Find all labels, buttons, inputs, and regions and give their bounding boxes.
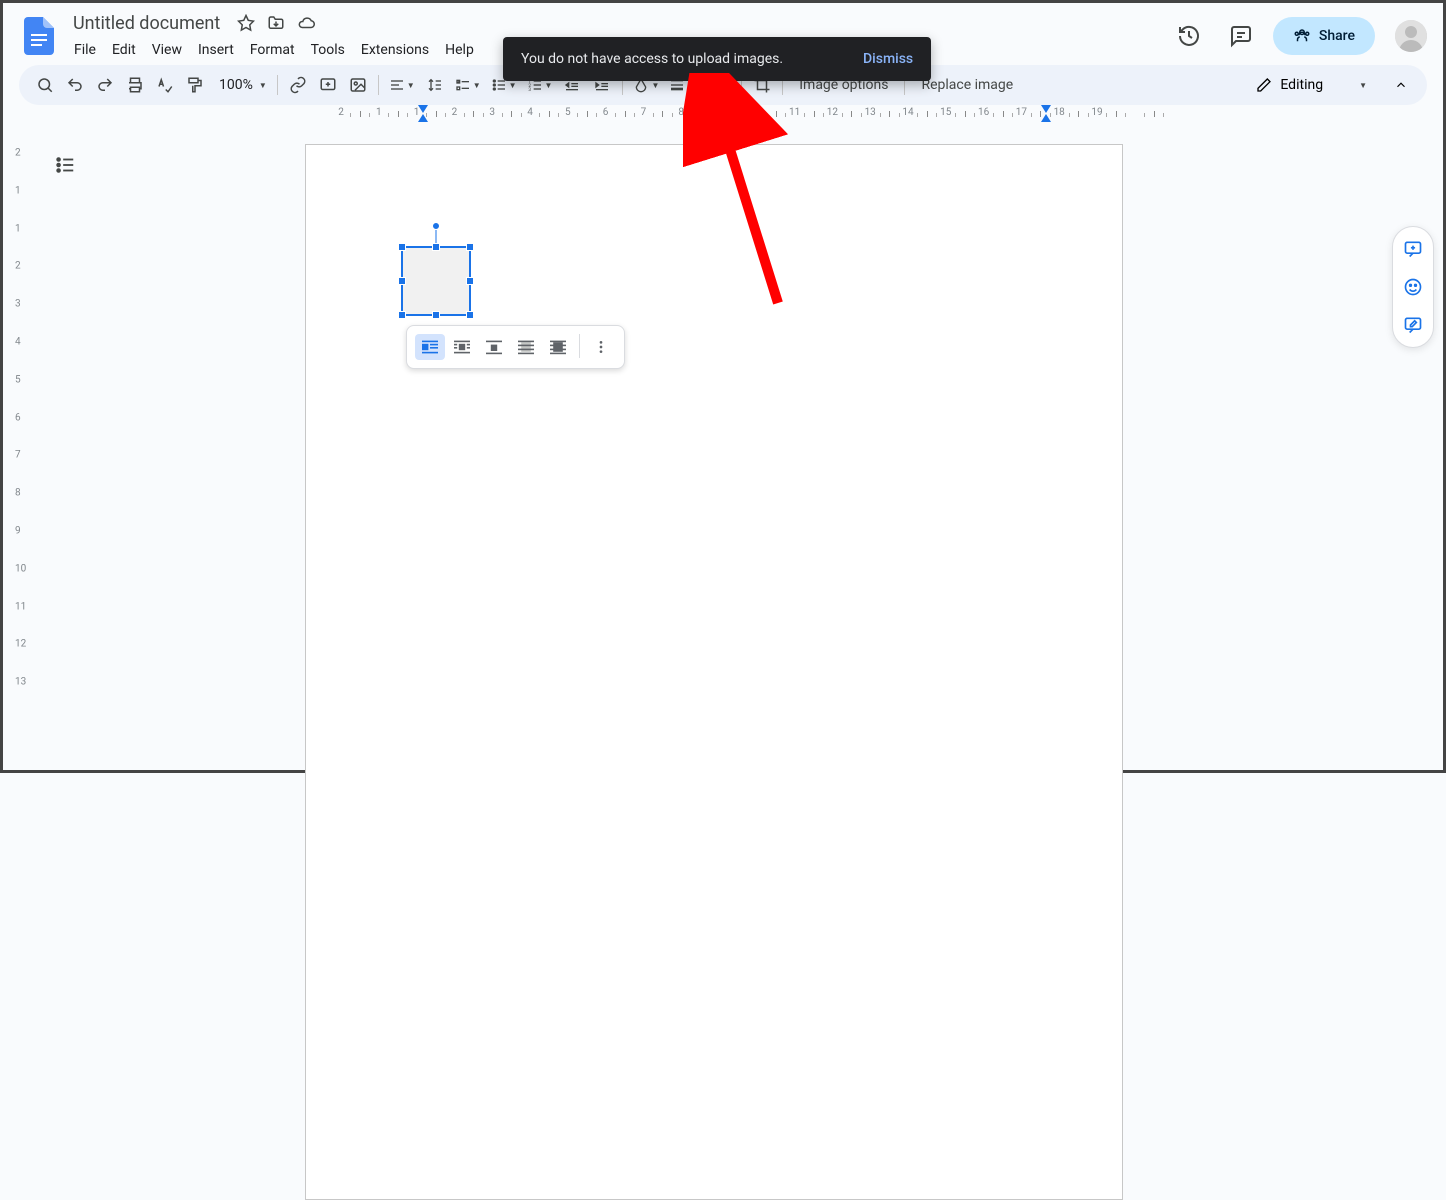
wrap-text-icon[interactable] bbox=[447, 334, 477, 360]
cloud-status-icon[interactable] bbox=[296, 13, 316, 33]
selected-image-placeholder[interactable] bbox=[401, 246, 471, 316]
menu-format[interactable]: Format bbox=[243, 38, 302, 62]
align-icon[interactable]: ▼ bbox=[385, 71, 419, 99]
separator bbox=[277, 75, 278, 95]
spellcheck-icon[interactable] bbox=[151, 71, 179, 99]
svg-text:3: 3 bbox=[528, 87, 531, 93]
horizontal-ruler[interactable]: 2112345678910111213141516171819 bbox=[37, 105, 1427, 122]
resize-handle-bm[interactable] bbox=[432, 311, 440, 319]
menu-help[interactable]: Help bbox=[438, 38, 481, 62]
editing-label: Editing bbox=[1280, 77, 1323, 93]
menu-insert[interactable]: Insert bbox=[191, 38, 241, 62]
add-comment-side-icon[interactable] bbox=[1397, 233, 1429, 265]
image-wrap-toolbar bbox=[406, 325, 625, 369]
move-icon[interactable] bbox=[266, 13, 286, 33]
outline-toggle-icon[interactable] bbox=[47, 147, 83, 183]
docs-logo-icon[interactable] bbox=[19, 16, 59, 56]
editing-mode-button[interactable]: Editing ▼ bbox=[1242, 77, 1381, 93]
collapse-toolbar-icon[interactable] bbox=[1387, 71, 1415, 99]
insert-link-icon[interactable] bbox=[284, 71, 312, 99]
star-icon[interactable] bbox=[236, 13, 256, 33]
resize-handle-tl[interactable] bbox=[398, 243, 406, 251]
menu-view[interactable]: View bbox=[145, 38, 189, 62]
document-page[interactable] bbox=[305, 144, 1123, 1200]
suggest-edit-icon[interactable] bbox=[1397, 309, 1429, 341]
resize-handle-mr[interactable] bbox=[466, 277, 474, 285]
rotate-handle[interactable] bbox=[432, 222, 440, 230]
print-icon[interactable] bbox=[121, 71, 149, 99]
resize-handle-br[interactable] bbox=[466, 311, 474, 319]
menu-file[interactable]: File bbox=[67, 38, 103, 62]
wrap-inline-icon[interactable] bbox=[415, 334, 445, 360]
vertical-ruler[interactable]: 2112345678910111213 bbox=[3, 129, 37, 770]
checklist-icon[interactable]: ▼ bbox=[451, 71, 485, 99]
line-spacing-icon[interactable] bbox=[421, 71, 449, 99]
resize-handle-bl[interactable] bbox=[398, 311, 406, 319]
error-toast: You do not have access to upload images.… bbox=[503, 37, 931, 81]
zoom-select[interactable]: 100%▼ bbox=[211, 71, 271, 99]
format-paint-icon[interactable] bbox=[181, 71, 209, 99]
more-options-icon[interactable] bbox=[586, 334, 616, 360]
page-area: 2112345678910111213 bbox=[3, 129, 1443, 770]
resize-handle-ml[interactable] bbox=[398, 277, 406, 285]
menu-edit[interactable]: Edit bbox=[105, 38, 143, 62]
history-icon[interactable] bbox=[1169, 16, 1209, 56]
toast-dismiss-button[interactable]: Dismiss bbox=[863, 51, 913, 67]
separator bbox=[579, 334, 580, 358]
insert-image-icon[interactable] bbox=[344, 71, 372, 99]
user-avatar[interactable] bbox=[1395, 20, 1427, 52]
people-icon bbox=[1293, 27, 1311, 45]
title-row: Untitled document bbox=[67, 11, 1169, 36]
doc-title-input[interactable]: Untitled document bbox=[67, 11, 226, 36]
comments-icon[interactable] bbox=[1221, 16, 1261, 56]
header-right: Share bbox=[1169, 16, 1427, 56]
wrap-break-icon[interactable] bbox=[479, 334, 509, 360]
add-comment-icon[interactable] bbox=[314, 71, 342, 99]
share-label: Share bbox=[1319, 28, 1355, 44]
search-icon[interactable] bbox=[31, 71, 59, 99]
menu-tools[interactable]: Tools bbox=[304, 38, 352, 62]
pencil-icon bbox=[1256, 77, 1272, 93]
side-tools bbox=[1392, 226, 1434, 348]
separator bbox=[378, 75, 379, 95]
share-button[interactable]: Share bbox=[1273, 17, 1375, 55]
wrap-behind-icon[interactable] bbox=[511, 334, 541, 360]
resize-handle-tr[interactable] bbox=[466, 243, 474, 251]
resize-handle-tm[interactable] bbox=[432, 243, 440, 251]
toast-message: You do not have access to upload images. bbox=[521, 51, 783, 67]
undo-icon[interactable] bbox=[61, 71, 89, 99]
add-emoji-icon[interactable] bbox=[1397, 271, 1429, 303]
menu-extensions[interactable]: Extensions bbox=[354, 38, 436, 62]
redo-icon[interactable] bbox=[91, 71, 119, 99]
wrap-front-icon[interactable] bbox=[543, 334, 573, 360]
